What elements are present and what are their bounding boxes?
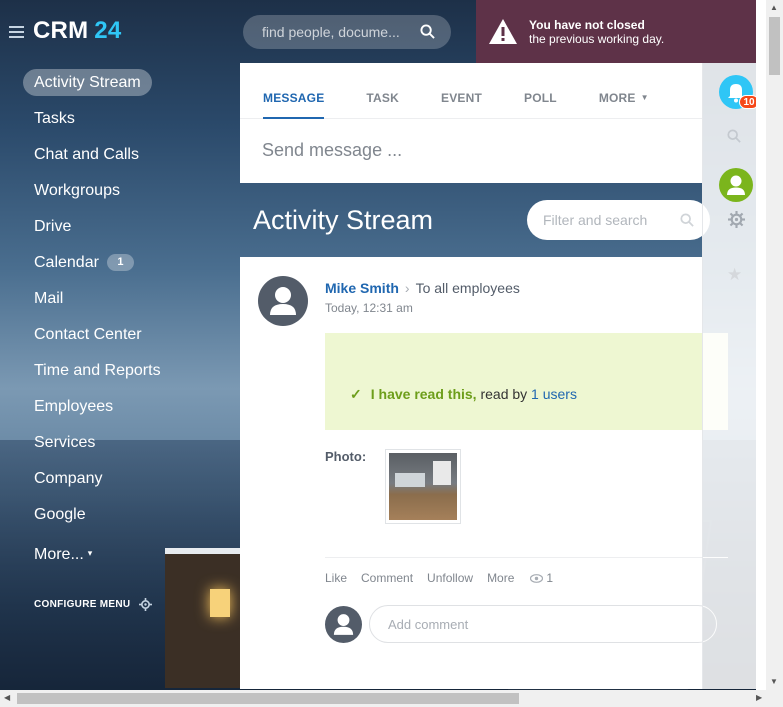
post-recipient[interactable]: To all employees xyxy=(416,280,520,296)
gear-icon xyxy=(139,598,153,611)
background-house xyxy=(165,548,240,688)
comment-button[interactable]: Comment xyxy=(361,571,413,585)
send-message-field[interactable]: Send message ... xyxy=(240,119,702,161)
read-confirmation-box: ✓ I have read this, read by 1 users xyxy=(325,333,728,430)
scroll-up-icon[interactable]: ▲ xyxy=(770,3,778,12)
check-icon: ✓ xyxy=(350,386,362,402)
search-icon[interactable] xyxy=(727,129,741,143)
menu-item-google[interactable]: Google xyxy=(23,501,97,528)
star-icon[interactable]: ★ xyxy=(727,265,742,285)
page-title: Activity Stream xyxy=(253,205,434,235)
menu-toggle-icon[interactable] xyxy=(9,26,24,38)
tab-task[interactable]: TASK xyxy=(366,63,399,118)
user-icon xyxy=(333,614,354,635)
menu-item-more[interactable]: More... ▾ xyxy=(23,540,103,567)
menu-item-time-and-reports[interactable]: Time and Reports xyxy=(23,357,172,384)
warning-icon xyxy=(489,18,517,44)
unfollow-button[interactable]: Unfollow xyxy=(427,571,473,585)
post-time[interactable]: Today, 12:31 am xyxy=(325,301,413,315)
global-search-input[interactable] xyxy=(262,24,410,40)
scroll-down-icon[interactable]: ▼ xyxy=(770,677,778,686)
global-search[interactable] xyxy=(243,15,451,49)
right-rail: 10 ★ xyxy=(702,63,759,689)
filter-search[interactable] xyxy=(527,200,710,240)
add-comment-field[interactable] xyxy=(369,605,717,643)
menu-item-employees[interactable]: Employees xyxy=(23,393,124,420)
user-icon xyxy=(270,287,296,315)
post-actions: Like Comment Unfollow More 1 xyxy=(325,571,567,585)
chevron-down-icon: ▼ xyxy=(640,93,649,102)
user-icon xyxy=(727,175,745,195)
composer-tabs: MESSAGE TASK EVENT POLL MORE ▼ xyxy=(240,63,702,119)
menu-item-mail[interactable]: Mail xyxy=(23,285,74,312)
horizontal-scrollbar[interactable]: ◀ ▶ xyxy=(0,690,783,707)
menu-item-chat-and-calls[interactable]: Chat and Calls xyxy=(23,141,150,168)
search-icon[interactable] xyxy=(420,24,435,39)
menu-item-activity-stream[interactable]: Activity Stream xyxy=(23,69,152,96)
read-by-label: read by xyxy=(480,386,528,402)
vertical-scroll-thumb[interactable] xyxy=(769,17,780,75)
horizontal-scroll-thumb[interactable] xyxy=(17,693,519,704)
search-icon[interactable] xyxy=(680,213,694,227)
menu-item-workgroups[interactable]: Workgroups xyxy=(23,177,131,204)
read-confirmation[interactable]: I have read this, xyxy=(371,386,477,402)
feed-post: Mike Smith › To all employees Today, 12:31… xyxy=(240,257,728,689)
chevron-down-icon: ▾ xyxy=(87,548,93,558)
chevron-right-icon: › xyxy=(404,280,410,296)
divider xyxy=(325,557,728,558)
add-comment-input[interactable] xyxy=(388,616,688,632)
menu-item-calendar[interactable]: Calendar 1 xyxy=(23,249,145,276)
gear-icon[interactable] xyxy=(728,211,745,228)
workday-alert[interactable]: You have not closed the previous working … xyxy=(476,0,756,63)
alert-line-1: You have not closed xyxy=(529,17,645,32)
photo-thumbnail[interactable] xyxy=(385,449,461,524)
tab-message[interactable]: MESSAGE xyxy=(263,63,325,119)
menu-item-contact-center[interactable]: Contact Center xyxy=(23,321,153,348)
logo[interactable]: CRM 24 xyxy=(33,17,121,45)
scroll-left-icon[interactable]: ◀ xyxy=(4,693,10,702)
author-avatar[interactable] xyxy=(258,276,308,326)
tab-poll[interactable]: POLL xyxy=(524,63,557,118)
tab-more[interactable]: MORE ▼ xyxy=(599,63,649,118)
menu-item-services[interactable]: Services xyxy=(23,429,106,456)
post-composer: MESSAGE TASK EVENT POLL MORE ▼ Send messa… xyxy=(240,63,702,183)
configure-menu-button[interactable]: CONFIGURE MENU xyxy=(34,598,153,611)
more-button[interactable]: More xyxy=(487,571,514,585)
read-count-link[interactable]: 1 users xyxy=(531,386,577,402)
current-user-avatar xyxy=(325,606,362,643)
scroll-right-icon[interactable]: ▶ xyxy=(756,693,762,702)
author-name[interactable]: Mike Smith xyxy=(325,280,399,296)
calendar-badge: 1 xyxy=(106,254,134,271)
alert-line-2: the previous working day. xyxy=(529,31,665,46)
user-avatar-button[interactable] xyxy=(719,168,753,202)
like-button[interactable]: Like xyxy=(325,571,347,585)
filter-search-input[interactable] xyxy=(543,212,673,228)
vertical-scrollbar[interactable]: ▲ ▼ xyxy=(766,0,783,690)
photo-label: Photo: xyxy=(325,449,367,464)
menu-item-tasks[interactable]: Tasks xyxy=(23,105,86,132)
menu-item-drive[interactable]: Drive xyxy=(23,213,82,240)
page-gutter xyxy=(756,0,766,690)
eye-icon xyxy=(530,573,544,583)
tab-event[interactable]: EVENT xyxy=(441,63,482,118)
views-counter: 1 xyxy=(530,571,553,585)
menu-item-company[interactable]: Company xyxy=(23,465,113,492)
